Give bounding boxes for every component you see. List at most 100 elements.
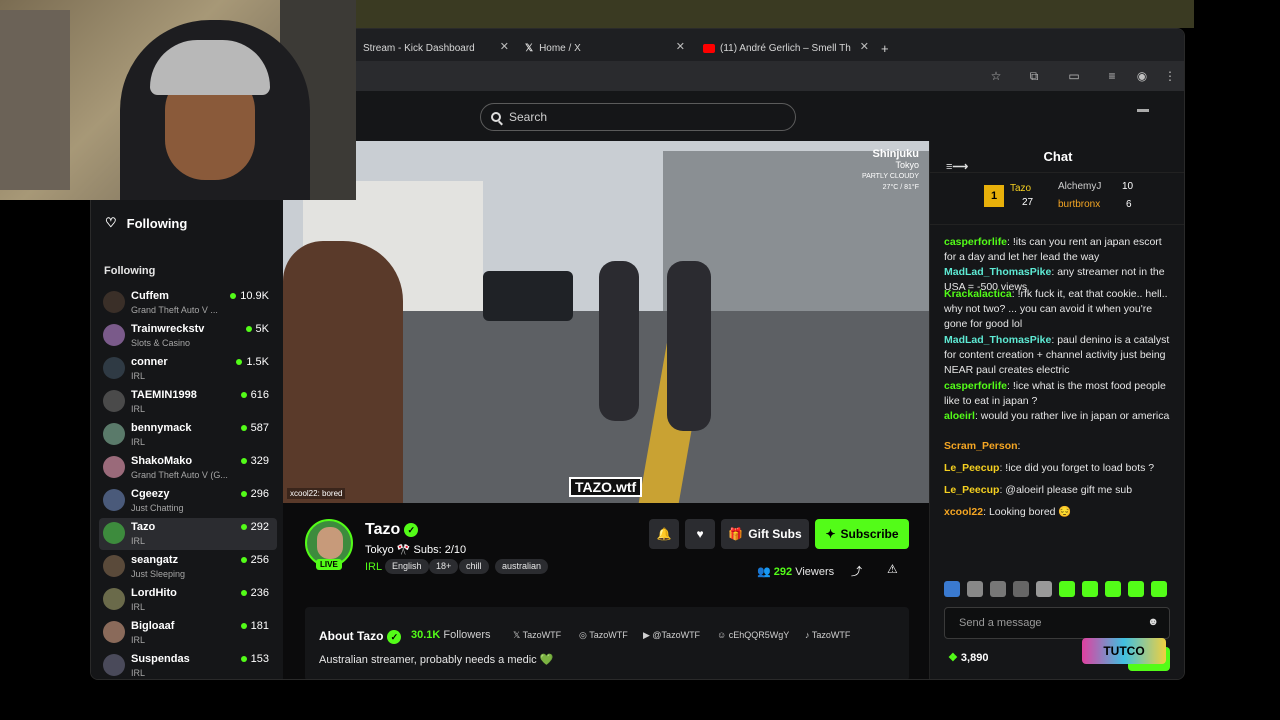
notification-bell-button[interactable]: 🔔 (649, 519, 679, 549)
tag-chill[interactable]: chill (459, 559, 489, 574)
channel-category: IRL (131, 635, 146, 645)
sidebar-channel-shakomako[interactable]: ShakoMako Grand Theft Auto V (G... 329 (99, 452, 277, 484)
location-overlay: Shinjuku Tokyo PARTLY CLOUDY 27°C / 81°F (862, 149, 919, 193)
emoji-icon[interactable]: ☻ (1147, 616, 1159, 628)
live-badge: LIVE (316, 559, 342, 570)
cast-icon[interactable]: ▭ (1067, 69, 1081, 83)
sidebar-channel-tazo[interactable]: Tazo IRL 292 (99, 518, 277, 550)
star-icon: ✦ (825, 527, 836, 541)
gifter-name[interactable]: Tazo (1010, 183, 1031, 194)
chat-username[interactable]: Krackalactica (944, 288, 1012, 300)
queue-icon[interactable]: ≡ (1105, 69, 1119, 83)
chat-username[interactable]: Scram_Person (944, 440, 1018, 452)
search-input[interactable]: Search (480, 103, 796, 131)
extension-icon[interactable]: ⧉ (1027, 69, 1041, 83)
emote-icon[interactable] (967, 581, 983, 597)
tag-australian[interactable]: australian (495, 559, 549, 574)
chat-message: aloeirl: would you rather live in japan … (944, 410, 1170, 422)
tag-english[interactable]: English (385, 559, 429, 574)
live-dot-icon (236, 359, 243, 366)
emote-icon[interactable] (1036, 581, 1052, 597)
chat-username[interactable]: casperforlife (944, 380, 1007, 392)
emote-icon[interactable] (1082, 581, 1098, 597)
gifter-name[interactable]: burtbronx (1058, 199, 1100, 210)
subscribe-button[interactable]: ✦ Subscribe (815, 519, 909, 549)
social-youtube[interactable]: ▶ @TazoWTF (643, 630, 700, 641)
stream-title: Tokyo 🎌 Subs: 2/10 (365, 544, 467, 556)
chat-message: Krackalactica: !rfk fuck it, eat that co… (944, 288, 1168, 330)
chat-username[interactable]: casperforlife (944, 236, 1007, 248)
sidebar-channel-conner[interactable]: conner IRL 1.5K (99, 353, 277, 385)
sidebar-channel-lordhito[interactable]: LordHito IRL 236 (99, 584, 277, 616)
search-icon (491, 112, 501, 122)
about-panel: About Tazo ✓ 30.1K Followers Australian s… (305, 607, 909, 679)
following-nav-item[interactable]: ♡ Following (91, 201, 283, 245)
close-icon[interactable]: ✕ (676, 40, 685, 53)
social-tiktok[interactable]: ♪ TazoWTF (805, 630, 850, 640)
emote-icon[interactable] (1013, 581, 1029, 597)
avatar (103, 621, 125, 643)
sidebar-channel-seangatz[interactable]: seangatz Just Sleeping 256 (99, 551, 277, 583)
rank-badge: 1 (984, 185, 1004, 207)
emote-icon[interactable] (1105, 581, 1121, 597)
more-menu-icon[interactable]: ⋮ (1163, 69, 1177, 83)
sidebar-channel-taemin1998[interactable]: TAEMIN1998 IRL 616 (99, 386, 277, 418)
social-x[interactable]: 𝕏 TazoWTF (513, 630, 561, 641)
social-instagram[interactable]: ◎ TazoWTF (579, 630, 628, 641)
tab-home-x[interactable]: 𝕏 Home / X ✕ (525, 35, 685, 61)
weather: PARTLY CLOUDY (861, 173, 919, 180)
tab-label: Home / X (539, 42, 581, 54)
pedestrian (599, 261, 639, 421)
channel-points[interactable]: ❖ 3,890 (948, 651, 988, 664)
new-tab-button[interactable]: + (881, 35, 895, 61)
chat-username[interactable]: xcool22 (944, 506, 983, 518)
emote-icon[interactable] (990, 581, 1006, 597)
discord-icon: ☺ (717, 630, 729, 640)
sidebar-channel-suspendas[interactable]: Suspendas IRL 153 (99, 650, 277, 679)
chat-username[interactable]: MadLad_ThomasPike (944, 334, 1051, 346)
chat-input[interactable]: Send a message ☻ (944, 607, 1170, 639)
gift-subs-button[interactable]: 🎁 Gift Subs (721, 519, 809, 549)
chat-username[interactable]: MadLad_ThomasPike (944, 266, 1051, 278)
chat-username[interactable]: Le_Peecup (944, 484, 999, 496)
report-icon[interactable]: ⚠ (887, 562, 898, 576)
chat-username[interactable]: aloeirl (944, 410, 975, 422)
close-icon[interactable]: ✕ (500, 40, 509, 53)
stream-category[interactable]: IRL (365, 561, 382, 573)
location-region: Tokyo (895, 160, 919, 170)
gifter-name[interactable]: AlchemyJ (1058, 181, 1101, 192)
verified-icon: ✓ (387, 629, 402, 644)
follow-heart-button[interactable]: ♥ (685, 519, 715, 549)
emote-icon[interactable] (944, 581, 960, 597)
channel-name: seangatz (131, 554, 179, 566)
youtube-icon (703, 43, 715, 53)
avatar (103, 291, 125, 313)
live-dot-icon (240, 524, 247, 531)
emote-icon[interactable] (1128, 581, 1144, 597)
video-player[interactable]: Shinjuku Tokyo PARTLY CLOUDY 27°C / 81°F… (283, 141, 929, 503)
bookmark-star-icon[interactable]: ☆ (989, 69, 1003, 83)
sidebar-channel-cgeezy[interactable]: Cgeezy Just Chatting 296 (99, 485, 277, 517)
tag-18plus[interactable]: 18+ (429, 559, 459, 574)
channel-name: Cuffem (131, 290, 169, 302)
bell-icon: 🔔 (656, 527, 672, 541)
viewer-count: 👥 292 Viewers (757, 566, 835, 578)
channel-name: bennymack (131, 422, 192, 434)
sidebar-channel-cuffem[interactable]: Cuffem Grand Theft Auto V ... 10.9K (99, 287, 277, 319)
profile-icon[interactable]: ◉ (1135, 69, 1149, 83)
share-icon[interactable]: ⤴ (851, 563, 862, 579)
sidebar-channel-bigloaaf[interactable]: Bigloaaf IRL 181 (99, 617, 277, 649)
tab-kick-dashboard[interactable]: Stream - Kick Dashboard ✕ (363, 35, 509, 61)
tab-youtube[interactable]: (11) André Gerlich – Smell Th ✕ (703, 35, 869, 61)
social-discord[interactable]: ☺ cEhQQR5WgY (717, 630, 789, 640)
sidebar-channel-bennymack[interactable]: bennymack IRL 587 (99, 419, 277, 451)
channel-name: ShakoMako (131, 455, 193, 467)
close-icon[interactable]: ✕ (860, 40, 869, 53)
emote-icon[interactable] (1059, 581, 1075, 597)
channel-name[interactable]: Tazo ✓ (365, 521, 419, 539)
chat-username[interactable]: Le_Peecup (944, 462, 999, 474)
pedestrian (667, 261, 711, 431)
emote-icon[interactable] (1151, 581, 1167, 597)
sidebar-channel-trainwreckstv[interactable]: Trainwreckstv Slots & Casino 5K (99, 320, 277, 352)
header-menu-icon[interactable] (1137, 109, 1149, 112)
